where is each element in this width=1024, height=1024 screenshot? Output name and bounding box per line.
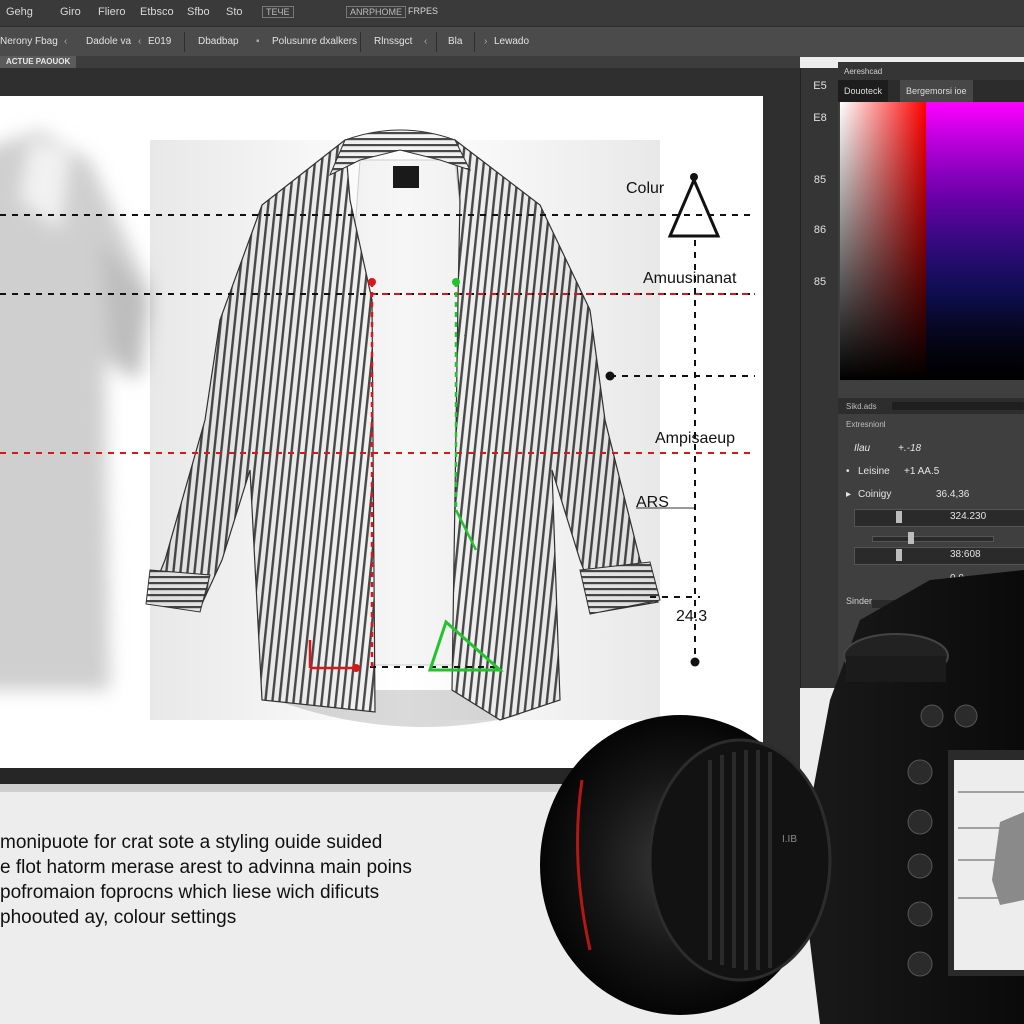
document-tab-strip xyxy=(0,56,800,68)
camera-button xyxy=(907,951,933,977)
option-square-icon: ▪ xyxy=(256,36,260,47)
guide-label: ARS xyxy=(636,494,669,511)
options-bar: Nerony Fbag ‹ Dadole va ‹ E019 Dbadbap ▪… xyxy=(0,26,1024,57)
tool-button[interactable]: 85 xyxy=(808,168,832,192)
hue-field[interactable] xyxy=(926,102,1024,380)
tab-swatches[interactable]: Douoteck xyxy=(838,80,889,102)
caption: monipuote for crat sote a styling ouide … xyxy=(0,830,540,930)
saturation-field[interactable] xyxy=(840,102,926,380)
expand-arrow-icon[interactable]: ▸ xyxy=(846,489,851,500)
tool-button[interactable]: E5 xyxy=(808,74,832,98)
lens-marking: I.IB xyxy=(782,834,797,845)
property-label: Coinigy xyxy=(858,489,892,500)
option-arrow-icon: ‹ xyxy=(424,36,428,47)
option-item[interactable]: E019 xyxy=(148,36,171,47)
layers-label: Sikd.ads xyxy=(846,402,877,411)
option-item[interactable]: Rlnssgct xyxy=(374,36,412,47)
option-item[interactable]: Nerony Fbag xyxy=(0,36,58,47)
menu-item[interactable]: FRPES xyxy=(408,6,438,16)
menu-item[interactable]: Giro xyxy=(60,6,81,18)
panel-tabs: Douoteck Bergemorsi ioe xyxy=(838,80,1024,102)
caption-line: pofromaion foprocns which liese wich dif… xyxy=(0,882,380,903)
menu-item-boxed[interactable]: ТЕЧЕ xyxy=(262,6,294,18)
camera-button xyxy=(920,704,944,728)
panel-header: Aereshcad xyxy=(838,62,1024,80)
menu-item[interactable]: Etbsco xyxy=(140,6,174,18)
divider xyxy=(360,32,361,52)
option-item[interactable]: Dbadbap xyxy=(198,36,239,47)
property-value[interactable]: +1 AA.5 xyxy=(904,466,939,477)
option-item[interactable]: Polusunre dxalkers xyxy=(272,36,357,47)
option-arrow-icon: › xyxy=(484,36,488,47)
property-value[interactable]: 38:608 xyxy=(950,549,981,560)
property-row: ▸ Coinigy 36.4,36 xyxy=(838,484,1024,506)
divider xyxy=(436,32,437,52)
property-value[interactable]: 324.230 xyxy=(950,511,986,522)
property-value[interactable]: +.-18 xyxy=(898,443,921,454)
guide-point-green xyxy=(452,278,460,286)
option-item[interactable]: Bla xyxy=(448,36,462,47)
camera-button xyxy=(907,809,933,835)
document-tab[interactable]: ACTUE PAOUOK xyxy=(0,56,77,68)
color-picker[interactable] xyxy=(840,102,1024,380)
guide-point-black xyxy=(605,371,615,381)
camera-button xyxy=(907,853,933,879)
lens-barrel xyxy=(648,738,832,982)
expand-arrow-icon[interactable]: • xyxy=(846,466,850,477)
property-row: Ilau +.-18 xyxy=(838,438,1024,460)
mode-dial-side xyxy=(846,656,946,682)
option-item[interactable]: Dadole va xyxy=(86,36,131,47)
option-arrow-icon: ‹ xyxy=(64,36,68,47)
camera-photo: I.IB xyxy=(540,570,1024,1024)
tool-button[interactable]: 85 xyxy=(808,270,832,294)
caption-line: monipuote for crat sote a styling ouide … xyxy=(0,832,383,853)
menu-item-boxed[interactable]: ANRPHOME xyxy=(346,6,407,18)
menu-item[interactable]: Gehg xyxy=(6,6,33,18)
guide-label: Colur xyxy=(626,180,665,197)
property-row: 324.230 xyxy=(838,506,1024,528)
property-row: • Leisine +1 AA.5 xyxy=(838,461,1024,483)
camera-button xyxy=(954,704,978,728)
camera-button xyxy=(907,901,933,927)
menu-item[interactable]: Sto xyxy=(226,6,243,18)
camera-button xyxy=(907,759,933,785)
property-label: Ilau xyxy=(854,443,871,454)
property-value[interactable]: 36.4,36 xyxy=(936,489,969,500)
panel-header-label: Aereshcad xyxy=(844,67,883,76)
menu-item[interactable]: Sfbo xyxy=(187,6,210,18)
tool-button[interactable]: 86 xyxy=(808,218,832,242)
property-label: Leisine xyxy=(858,466,890,477)
menu-bar: Gehg Giro Fliero Etbsco Sfbo Sto ТЕЧЕ AN… xyxy=(0,0,1024,26)
guide-label: Amuusinanat xyxy=(643,270,737,287)
slider-knob[interactable] xyxy=(908,532,914,544)
caption-line: e flot hatorm merase arest to advinna ma… xyxy=(0,857,412,878)
menu-item[interactable]: Fliero xyxy=(98,6,126,18)
guide-point-red xyxy=(368,278,376,286)
tool-button[interactable]: E8 xyxy=(808,106,832,130)
properties-title: Extresnionl xyxy=(846,420,886,429)
divider xyxy=(184,32,185,52)
value-field[interactable] xyxy=(854,509,1024,527)
tab-color-mode[interactable]: Bergemorsi ioe xyxy=(900,80,973,102)
divider xyxy=(474,32,475,52)
option-item[interactable]: Lewado xyxy=(494,36,529,47)
guide-triangle-black xyxy=(667,176,721,238)
option-arrow-icon: ‹ xyxy=(138,36,142,47)
guide-point-red xyxy=(352,664,360,672)
guide-label: Ampisaeup xyxy=(655,430,736,447)
caption-line: phoouted ay, colour settings xyxy=(0,907,237,928)
slider-knob[interactable] xyxy=(896,511,902,523)
opacity-slider[interactable] xyxy=(892,402,1024,410)
value-track[interactable] xyxy=(872,536,994,542)
